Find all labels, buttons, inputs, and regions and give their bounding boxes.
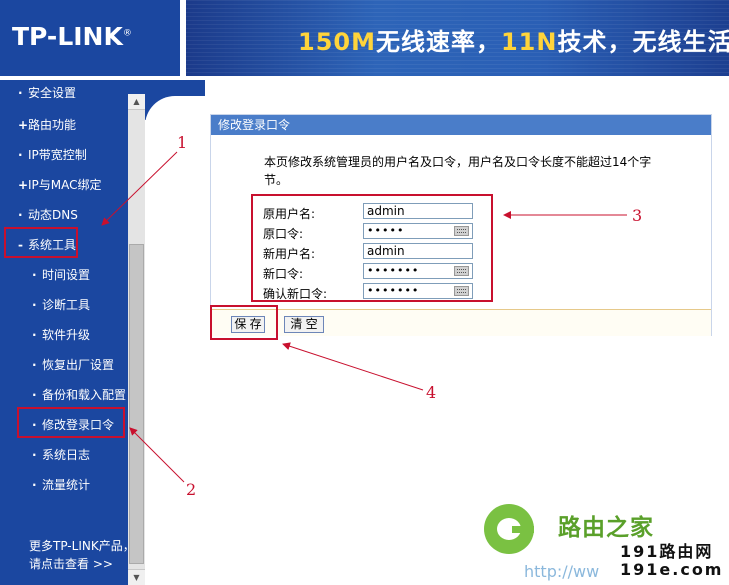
watermark-site: 191路由网 (620, 542, 714, 561)
sidebar-subitem-time-settings[interactable]: · 时间设置 (0, 266, 128, 283)
new-password-input[interactable]: ••••••• (363, 263, 473, 279)
content-corner-inner (145, 96, 205, 136)
confirm-password-input[interactable]: ••••••• (363, 283, 473, 299)
sidebar-item-system-tools[interactable]: - 系统工具 (0, 236, 128, 253)
sidebar-item-label: 动态DNS (28, 208, 78, 222)
new-username-input[interactable]: admin (363, 243, 473, 259)
bullet-icon: · (32, 328, 37, 342)
scroll-thumb[interactable] (129, 244, 144, 564)
banner-part: 150M (298, 28, 376, 56)
banner-part: 技术，无线生活新 (557, 28, 729, 56)
watermark-logo-cut (512, 526, 534, 533)
sidebar-item-routing[interactable]: +路由功能 (0, 116, 128, 133)
banner-part: 11N (500, 28, 558, 56)
password-mask: ••••••• (367, 284, 420, 297)
watermark: 路由之家 191路由网 191e.com http://ww (484, 504, 729, 585)
scroll-down-icon[interactable]: ▼ (128, 569, 145, 585)
bullet-icon: · (18, 148, 23, 162)
sidebar: · 安全设置 +路由功能 · IP带宽控制 +IP与MAC绑定 · 动态DNS - 系统… (0, 80, 145, 585)
logo-area: TP-LINK® (0, 0, 180, 76)
new-username-label: 新用户名: (263, 247, 316, 261)
tp-link-logo: TP-LINK® (12, 22, 132, 51)
change-password-panel: 修改登录口令 本页修改系统管理员的用户名及口令，用户名及口令长度不能超过14个字… (210, 114, 712, 336)
keyboard-icon[interactable] (454, 266, 469, 276)
button-bar: 保 存 清 空 (211, 309, 711, 336)
new-password-label: 新口令: (263, 267, 304, 281)
bullet-icon: · (32, 448, 37, 462)
description-text: 节。 (264, 173, 289, 187)
watermark-logo-icon (484, 504, 534, 554)
banner-slogan: 150M无线速率，11N技术，无线生活新 (298, 22, 729, 57)
bullet-icon: · (32, 478, 37, 492)
bullet-icon: · (18, 86, 23, 100)
watermark-name: 路由之家 (558, 515, 654, 541)
old-username-label: 原用户名: (263, 207, 316, 221)
sidebar-item-label: 系统工具 (28, 238, 77, 252)
sidebar-item-label: 软件升级 (42, 328, 91, 342)
expand-icon: + (18, 118, 29, 132)
sidebar-item-label: 诊断工具 (42, 298, 91, 312)
watermark-url: 191e.com (620, 560, 724, 579)
password-mask: ••••••• (367, 264, 420, 277)
content-top-strip (145, 80, 729, 96)
password-mask: ••••• (367, 224, 405, 237)
sidebar-item-label: 流量统计 (42, 478, 91, 492)
keyboard-icon[interactable] (454, 226, 469, 236)
sidebar-item-label: 系统日志 (42, 448, 91, 462)
sidebar-item-label: 修改登录口令 (42, 418, 115, 432)
sidebar-item-security[interactable]: · 安全设置 (0, 84, 128, 101)
sidebar-item-ddns[interactable]: · 动态DNS (0, 206, 128, 223)
sidebar-item-label: IP带宽控制 (28, 148, 87, 162)
sidebar-subitem-factory-reset[interactable]: · 恢复出厂设置 (0, 356, 128, 373)
collapse-icon: - (18, 238, 23, 252)
header: TP-LINK® 150M无线速率，11N技术，无线生活新 (0, 0, 729, 80)
panel-body: 本页修改系统管理员的用户名及口令，用户名及口令长度不能超过14个字 节。 原用户… (211, 135, 711, 309)
old-username-input[interactable]: admin (363, 203, 473, 219)
old-password-label: 原口令: (263, 227, 304, 241)
banner: 150M无线速率，11N技术，无线生活新 (186, 0, 729, 76)
sidebar-subitem-system-log[interactable]: · 系统日志 (0, 446, 128, 463)
save-button[interactable]: 保 存 (231, 316, 265, 333)
bullet-icon: · (32, 358, 37, 372)
sidebar-subitem-firmware-upgrade[interactable]: · 软件升级 (0, 326, 128, 343)
panel-title: 修改登录口令 (211, 115, 711, 135)
sidebar-subitem-traffic-stats[interactable]: · 流量统计 (0, 476, 128, 493)
sidebar-scrollbar[interactable]: ▲ ▼ (128, 94, 145, 585)
confirm-password-label: 确认新口令: (263, 287, 328, 301)
sidebar-subitem-diagnostics[interactable]: · 诊断工具 (0, 296, 128, 313)
more-products-link[interactable]: 请点击查看 >> (29, 555, 113, 572)
bullet-icon: · (32, 298, 37, 312)
logo-text: TP-LINK (12, 22, 123, 51)
more-products-text: 更多TP-LINK产品， (29, 539, 135, 553)
bullet-icon: · (18, 208, 23, 222)
sidebar-item-label: 时间设置 (42, 268, 91, 282)
sidebar-item-label: 安全设置 (28, 86, 77, 100)
sidebar-item-ip-mac-binding[interactable]: +IP与MAC绑定 (0, 176, 128, 193)
bullet-icon: · (32, 418, 37, 432)
banner-part: 无线速率， (375, 28, 501, 56)
old-password-input[interactable]: ••••• (363, 223, 473, 239)
content-corner (145, 80, 205, 136)
sidebar-item-label: IP与MAC绑定 (28, 178, 102, 192)
watermark-http: http://ww (524, 562, 600, 581)
clear-button[interactable]: 清 空 (284, 316, 324, 333)
sidebar-item-bandwidth[interactable]: · IP带宽控制 (0, 146, 128, 163)
sidebar-item-label: 路由功能 (28, 118, 77, 132)
scroll-up-icon[interactable]: ▲ (128, 94, 145, 110)
keyboard-icon[interactable] (454, 286, 469, 296)
expand-icon: + (18, 178, 29, 192)
sidebar-subitem-backup-restore[interactable]: · 备份和载入配置 (0, 386, 128, 403)
sidebar-subitem-change-password[interactable]: · 修改登录口令 (0, 416, 128, 433)
bullet-icon: · (32, 268, 37, 282)
description-text: 本页修改系统管理员的用户名及口令，用户名及口令长度不能超过14个字 (264, 155, 652, 169)
logo-registered-mark: ® (122, 28, 132, 39)
sidebar-item-label: 恢复出厂设置 (42, 358, 115, 372)
bullet-icon: · (32, 388, 37, 402)
sidebar-item-label: 备份和载入配置 (42, 388, 127, 402)
